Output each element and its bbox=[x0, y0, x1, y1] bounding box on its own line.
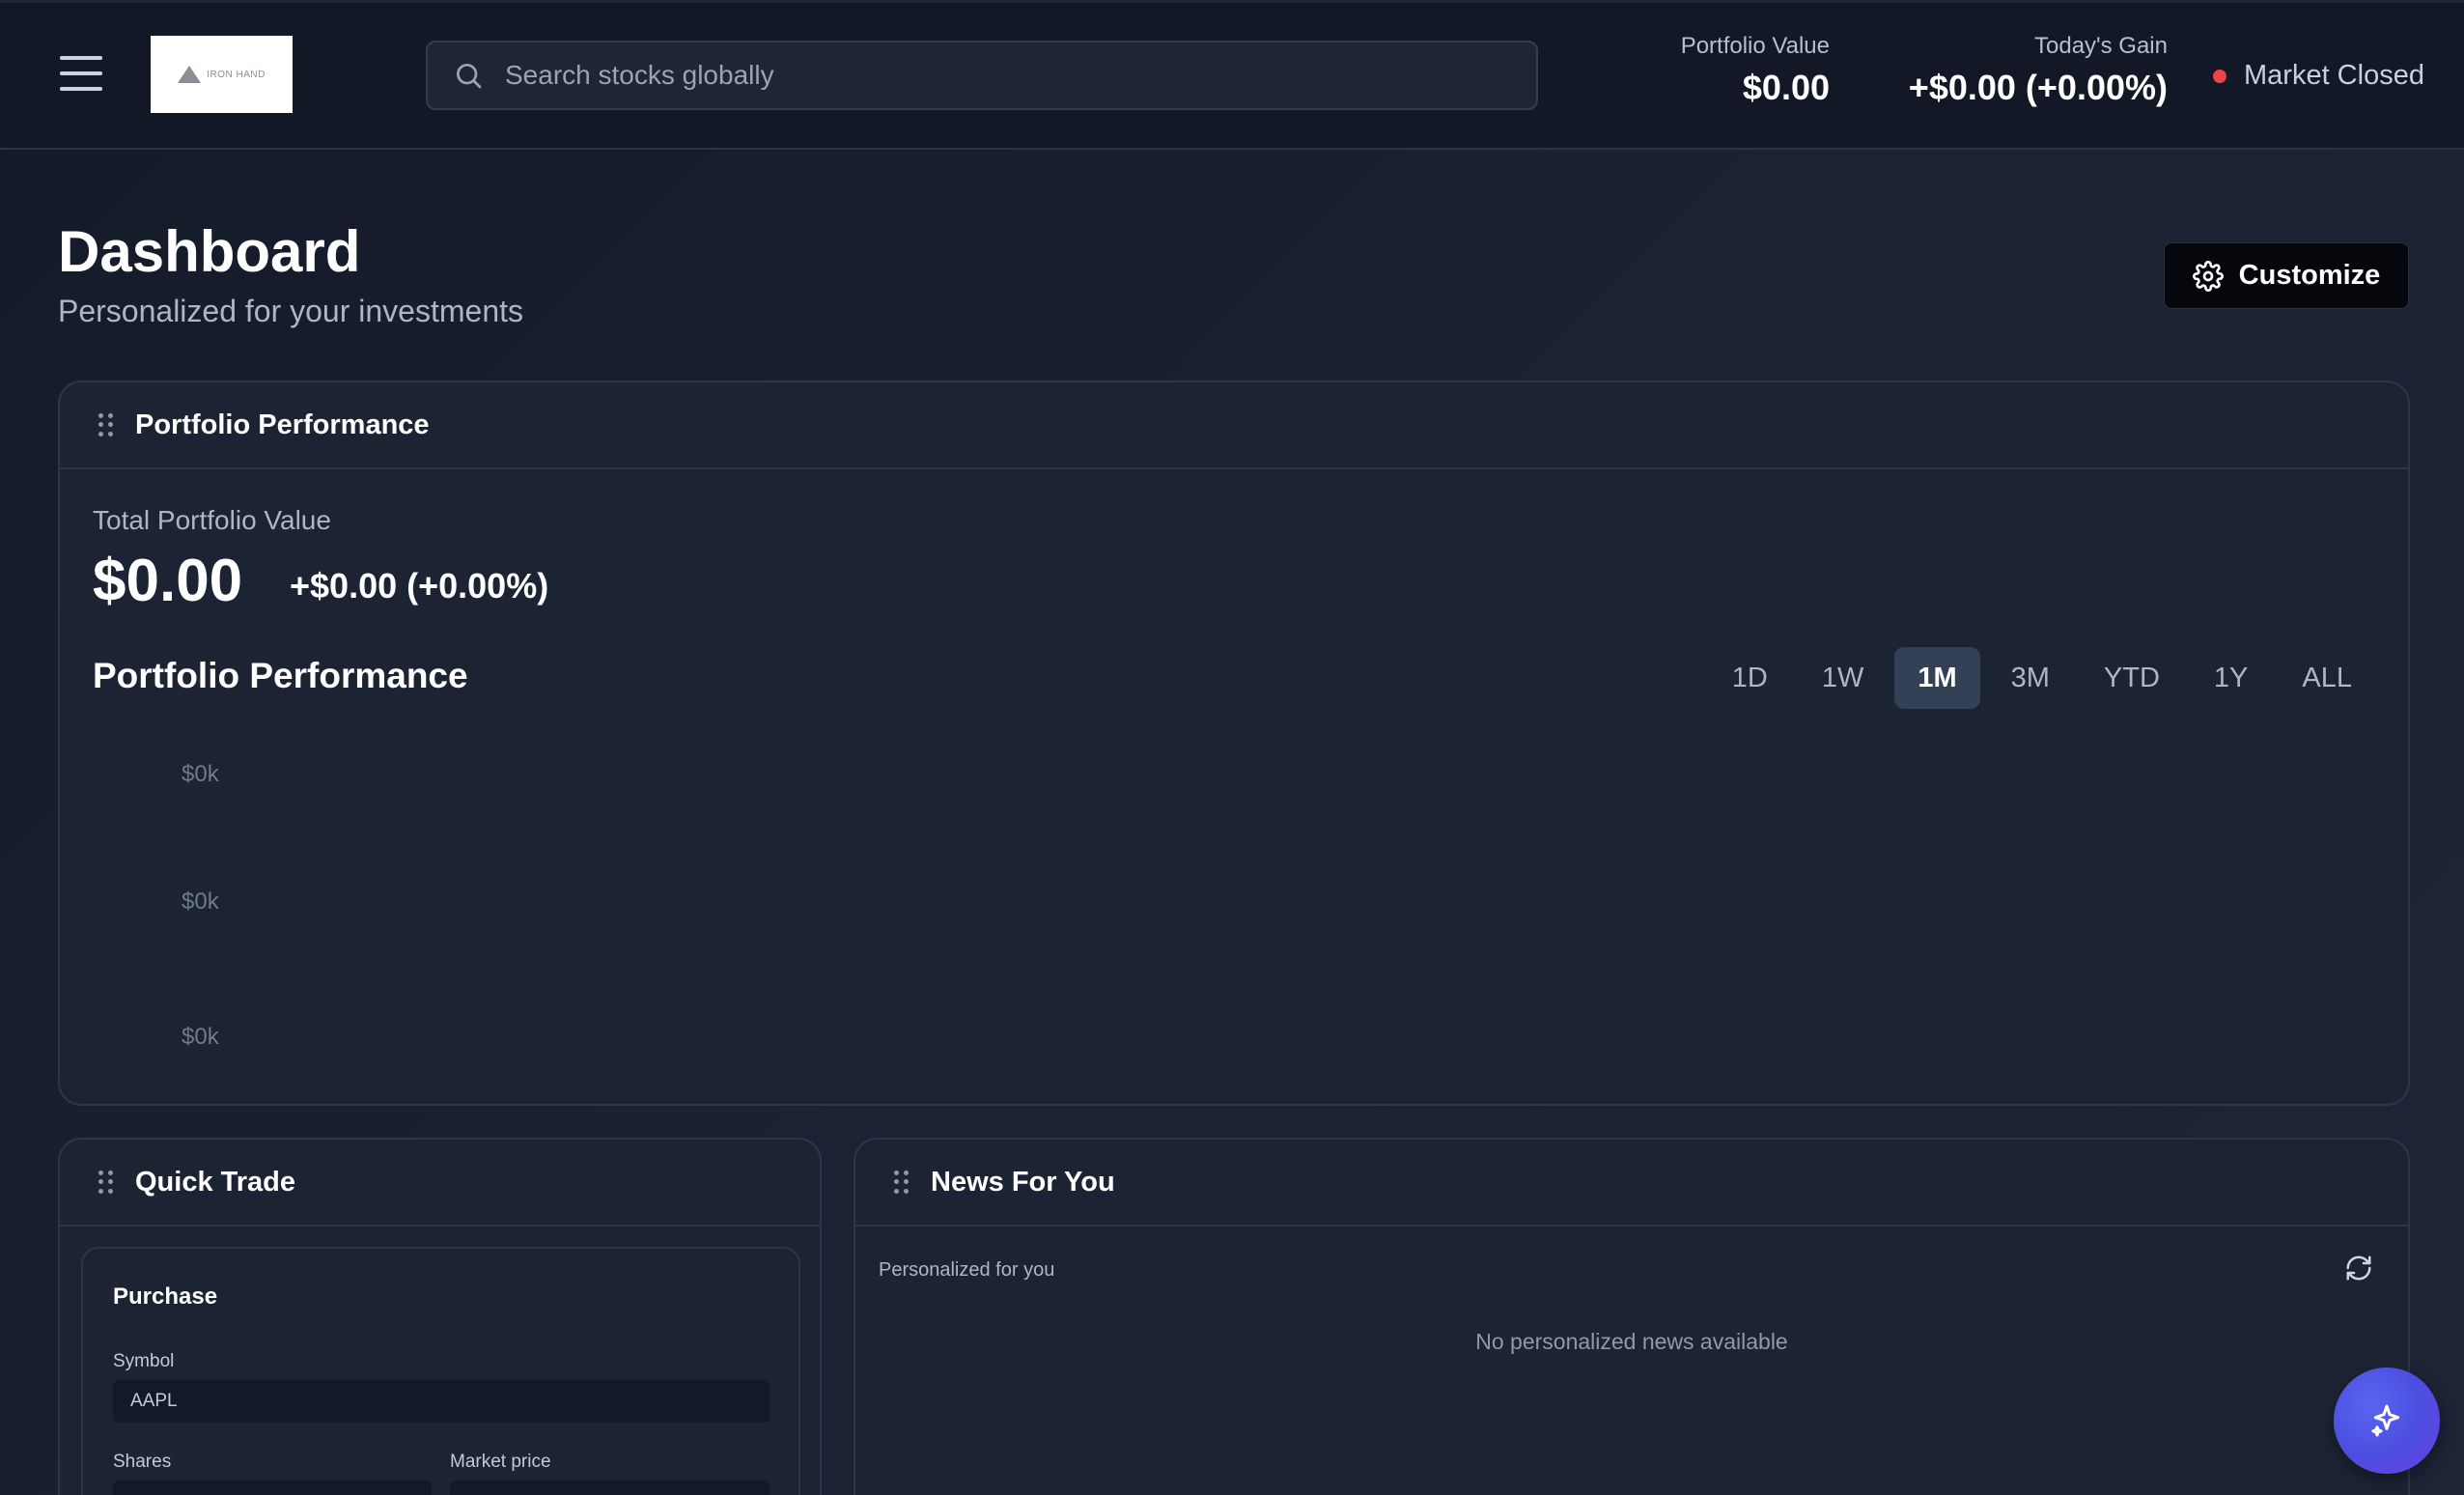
customize-label: Customize bbox=[2238, 260, 2381, 291]
portfolio-chart-area: $0k $0k $0k bbox=[182, 761, 220, 1050]
ai-assistant-button[interactable] bbox=[2334, 1368, 2440, 1474]
purchase-form: Purchase Symbol Shares Market price bbox=[81, 1247, 800, 1495]
purchase-heading: Purchase bbox=[113, 1283, 218, 1310]
search-input[interactable] bbox=[505, 60, 1509, 91]
quick-trade-title: Quick Trade bbox=[135, 1166, 296, 1198]
page-title: Dashboard bbox=[58, 219, 361, 284]
y-axis-tick: $0k bbox=[182, 761, 220, 787]
y-axis-tick: $0k bbox=[182, 1024, 220, 1050]
news-header: News For You bbox=[855, 1140, 2408, 1227]
portfolio-performance-card: Portfolio Performance Total Portfolio Va… bbox=[58, 381, 2410, 1106]
logo[interactable]: IRON HAND bbox=[151, 36, 293, 113]
market-status: Market Closed bbox=[2213, 60, 2424, 92]
news-subtitle: Personalized for you bbox=[879, 1259, 1055, 1281]
news-card: News For You Personalized for you No per… bbox=[854, 1138, 2410, 1495]
status-dot-icon bbox=[2213, 69, 2226, 83]
quick-trade-header: Quick Trade bbox=[60, 1140, 820, 1227]
market-price-label: Market price bbox=[450, 1452, 551, 1472]
drag-handle-icon[interactable] bbox=[894, 1171, 910, 1194]
symbol-label: Symbol bbox=[113, 1351, 175, 1371]
y-axis-tick: $0k bbox=[182, 889, 220, 915]
todays-gain-value: +$0.00 (+0.00%) bbox=[1908, 68, 2168, 107]
todays-gain-stat: Today's Gain +$0.00 (+0.00%) bbox=[1854, 33, 2168, 108]
market-status-text: Market Closed bbox=[2244, 60, 2424, 91]
page-subtitle: Personalized for your investments bbox=[58, 294, 523, 328]
drag-handle-icon[interactable] bbox=[98, 1171, 114, 1194]
portfolio-value-label: Portfolio Value bbox=[1680, 33, 1830, 59]
top-edge-line bbox=[0, 0, 2464, 3]
search-bar[interactable] bbox=[426, 41, 1538, 110]
news-title: News For You bbox=[931, 1166, 1115, 1198]
market-price-input[interactable] bbox=[450, 1481, 770, 1495]
shares-label: Shares bbox=[113, 1452, 172, 1472]
portfolio-value-stat: Portfolio Value $0.00 bbox=[1632, 33, 1830, 108]
portfolio-value: $0.00 bbox=[1742, 68, 1830, 107]
todays-gain-label: Today's Gain bbox=[2034, 33, 2168, 59]
sparkle-icon bbox=[2371, 1404, 2400, 1437]
search-icon bbox=[457, 64, 482, 89]
news-empty-message: No personalized news available bbox=[1475, 1329, 1788, 1354]
symbol-input[interactable] bbox=[113, 1380, 770, 1423]
top-navigation-bar: IRON HAND Portfolio Value $0.00 Today's … bbox=[0, 0, 2464, 150]
shares-input[interactable] bbox=[113, 1481, 432, 1495]
refresh-icon[interactable] bbox=[2344, 1254, 2373, 1283]
hamburger-menu-icon[interactable] bbox=[60, 56, 102, 91]
quick-trade-card: Quick Trade Purchase Symbol Shares Marke… bbox=[58, 1138, 822, 1495]
gear-icon bbox=[2192, 260, 2224, 292]
customize-button[interactable]: Customize bbox=[2164, 242, 2409, 309]
logo-mountain-icon bbox=[178, 66, 202, 83]
logo-text: IRON HAND bbox=[207, 69, 266, 80]
